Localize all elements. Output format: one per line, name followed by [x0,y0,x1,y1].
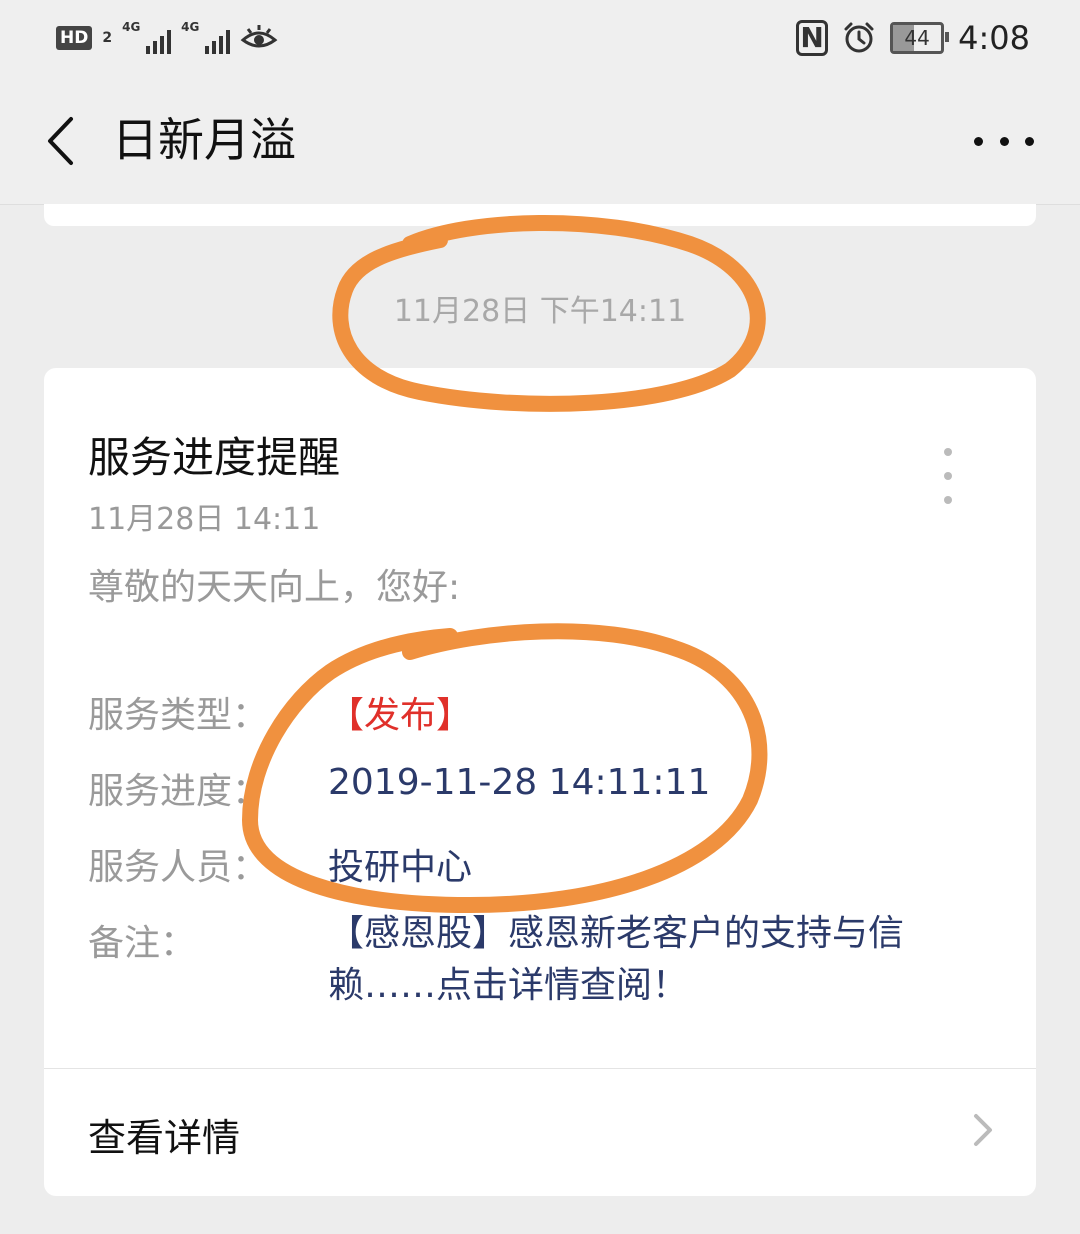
card-menu-button[interactable] [938,448,958,504]
remark-value: 【感恩股】感恩新老客户的支持与信赖……点击详情查阅！ [328,913,905,1006]
signal-bars [146,26,172,54]
back-button[interactable] [30,106,90,176]
hd-voice-icon: HD [56,26,93,50]
status-right-group: N 44 4:08 [796,18,1030,58]
signal-bars [205,26,231,54]
nav-bar: 日新月溢 [0,80,1080,205]
dot-icon [1025,136,1034,146]
network-type-label: 4G [122,20,141,34]
battery-level: 44 [904,26,930,50]
status-clock: 4:08 [958,19,1030,57]
dot-icon [944,472,952,480]
service-staff-value: 投研中心 [328,847,473,888]
eye-comfort-icon [240,25,278,48]
signal-icon-sim1: 4G [122,20,172,54]
service-notification-card[interactable]: 服务进度提醒 11月28日 14:11 尊敬的天天向上，您好: 服务类型： 【发… [44,368,1036,1196]
signal-icon-sim2: 4G [181,20,231,54]
service-staff-label: 服务人员： [88,847,269,888]
chevron-right-icon [974,1114,992,1146]
nfc-icon: N [796,20,829,56]
dot-icon [974,136,983,146]
dot-icon [944,496,952,504]
more-options-button[interactable] [974,116,1034,166]
greeting-text: 尊敬的天天向上，您好: [88,567,461,608]
dot-icon [944,448,952,456]
view-details-label: 查看详情 [88,1116,241,1160]
view-details-button[interactable]: 查看详情 [44,1069,1036,1196]
service-type-value: 【发布】 [328,695,473,736]
card-title: 服务进度提醒 [88,433,341,482]
chevron-left-icon [48,117,73,165]
status-bar: HD 2 4G 4G N 44 4:08 [0,0,1080,80]
service-progress-value: 2019-11-28 14:11:11 [328,762,711,803]
page-title: 日新月溢 [112,113,296,167]
remark-label: 备注： [88,923,197,964]
battery-icon: 44 [890,22,950,54]
hd-sim-indicator: 2 [102,30,113,46]
network-type-label: 4G [181,20,200,34]
dot-icon [999,136,1009,146]
service-progress-label: 服务进度： [88,771,269,812]
previous-message-card[interactable] [44,204,1036,226]
message-timestamp: 11月28日 下午14:11 [393,294,687,329]
status-left-group: HD 2 4G 4G [56,20,278,56]
alarm-icon [844,22,874,53]
card-date: 11月28日 14:11 [88,502,321,537]
service-type-label: 服务类型： [88,695,269,736]
